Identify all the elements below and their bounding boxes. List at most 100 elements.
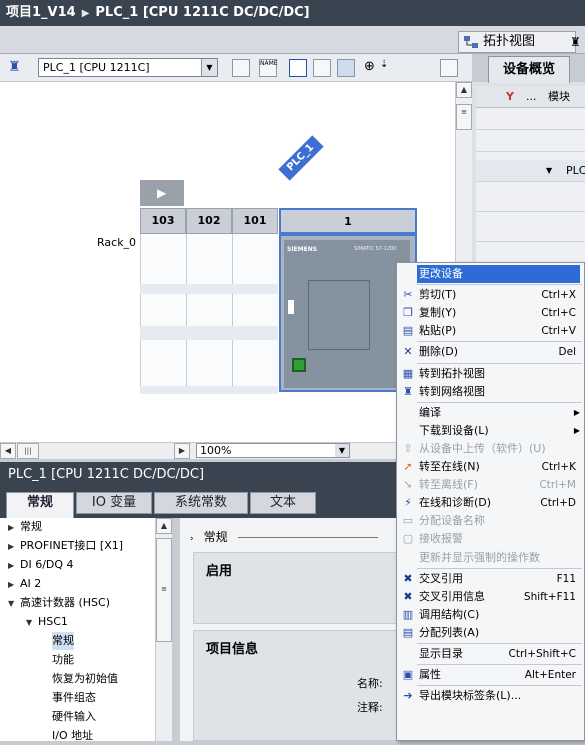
download-arrow-icon[interactable]: ⇣ bbox=[380, 59, 398, 77]
tree-item[interactable]: 事件组态 bbox=[52, 689, 96, 707]
menu-item[interactable]: ➚ 转至在线(N) Ctrl+K bbox=[397, 458, 584, 476]
tree-item[interactable]: ▶ DI 6/DQ 4 bbox=[8, 556, 74, 575]
go-online-icon: ➚ bbox=[403, 460, 413, 473]
tab-general[interactable]: 常规 bbox=[6, 492, 74, 518]
menu-item-shortcut: Alt+Enter bbox=[524, 669, 576, 682]
overview-row[interactable] bbox=[476, 190, 585, 212]
tree-item[interactable]: 恢复为初始值 bbox=[52, 670, 118, 688]
panel-enable-title: 启用 bbox=[206, 564, 233, 579]
tree-scrollbar[interactable]: ▲ ≡ bbox=[155, 518, 172, 741]
scroll-up-icon[interactable]: ▲ bbox=[456, 82, 472, 98]
slot-header-103[interactable]: 103 bbox=[140, 208, 186, 234]
menu-item[interactable]: ✖ 交叉引用信息 Shift+F11 bbox=[397, 588, 584, 606]
scroll-up-icon[interactable]: ▲ bbox=[156, 518, 172, 534]
menu-item-label: 分配设备名称 bbox=[419, 514, 485, 528]
menu-item-label: 更新并显示强制的操作数 bbox=[419, 550, 540, 564]
tab-io-tags[interactable]: IO 变量 bbox=[76, 492, 152, 514]
scroll-right-icon[interactable]: ▶ bbox=[174, 443, 190, 459]
collapsed-arrow-icon[interactable]: ▶ bbox=[8, 538, 20, 556]
overview-row[interactable] bbox=[476, 130, 585, 152]
slot-103[interactable] bbox=[140, 234, 186, 392]
menu-item-shortcut: Ctrl+Shift+C bbox=[508, 648, 576, 660]
name-field-label: 名称: bbox=[357, 677, 383, 690]
slot-header-1[interactable]: 1 bbox=[279, 208, 417, 234]
tree-item[interactable]: 功能 bbox=[52, 651, 74, 669]
menu-item: ▢ 接收报警 bbox=[397, 530, 584, 548]
layout-icon[interactable] bbox=[232, 59, 250, 77]
tree-item[interactable]: ▶ PROFINET接口 [X1] bbox=[8, 537, 123, 556]
menu-item-shortcut: Ctrl+C bbox=[541, 307, 576, 320]
scroll-left-icon[interactable]: ◀ bbox=[0, 443, 16, 459]
section-general[interactable]: › 常规 bbox=[190, 528, 378, 545]
context-menu: 更改设备 ✂ 剪切(T) Ctrl+X ❐ 复制(Y) Ctrl+C ▤ 粘贴(P) Ctrl+V… bbox=[396, 262, 585, 741]
menu-separator bbox=[417, 401, 582, 403]
slot-101[interactable] bbox=[232, 234, 278, 392]
collapse-icon[interactable]: ▼ bbox=[546, 160, 552, 182]
chevron-down-icon[interactable]: ▼ bbox=[201, 59, 217, 76]
menu-item[interactable]: 更改设备 bbox=[417, 265, 580, 283]
menu-item[interactable]: ▤ 粘贴(P) Ctrl+V bbox=[397, 322, 584, 340]
menu-item-shortcut: Ctrl+X bbox=[541, 289, 576, 302]
menu-item[interactable]: ♜ 转到网络视图 bbox=[397, 383, 584, 401]
submenu-arrow-icon: ▶ bbox=[573, 407, 580, 417]
tree-item[interactable]: ▶ AI 2 bbox=[8, 575, 41, 594]
tree-item[interactable]: ▼ 高速计数器 (HSC) bbox=[8, 594, 110, 613]
menu-item[interactable]: ▥ 调用结构(C) bbox=[397, 606, 584, 624]
name-icon[interactable]: NAME bbox=[259, 59, 278, 77]
tab-device-overview[interactable]: 设备概览 bbox=[488, 56, 570, 83]
menu-item-shortcut: Ctrl+K bbox=[541, 461, 576, 473]
slot-header-102[interactable]: 102 bbox=[186, 208, 232, 234]
copy-icon: ❐ bbox=[403, 306, 413, 320]
tree-item-label: 常规 bbox=[52, 634, 74, 647]
ethernet-port-icon[interactable] bbox=[292, 358, 306, 372]
pen-icon[interactable] bbox=[289, 59, 307, 77]
table-view-icon[interactable] bbox=[337, 59, 355, 77]
menu-item[interactable]: 编译 ▶ bbox=[397, 404, 584, 422]
slot-102[interactable] bbox=[186, 234, 232, 392]
collapsed-arrow-icon[interactable]: ▶ bbox=[8, 519, 20, 537]
tab-texts[interactable]: 文本 bbox=[250, 492, 316, 514]
scroll-thumb[interactable]: ≡ bbox=[156, 538, 172, 642]
rack-rail bbox=[140, 326, 278, 340]
device-select[interactable]: PLC_1 [CPU 1211C] ▼ bbox=[38, 58, 218, 77]
chevron-down-icon[interactable]: ▼ bbox=[335, 444, 349, 457]
tree-item[interactable]: ▼ HSC1 bbox=[26, 613, 68, 632]
menu-item[interactable]: ▤ 分配列表(A) bbox=[397, 624, 584, 642]
menu-item-label: 分配列表(A) bbox=[419, 625, 480, 639]
overview-toggle-icon[interactable] bbox=[440, 59, 458, 77]
slot-header-101[interactable]: 101 bbox=[232, 208, 278, 234]
menu-item[interactable]: ▦ 转到拓扑视图 bbox=[397, 365, 584, 383]
menu-item[interactable]: 下载到设备(L) ▶ bbox=[397, 422, 584, 440]
expand-rack-button[interactable]: ▶ bbox=[140, 180, 184, 206]
section-arrow-icon: › bbox=[190, 534, 194, 544]
menu-item[interactable]: 显示目录 Ctrl+Shift+C bbox=[397, 645, 584, 663]
menu-item[interactable]: ➔ 导出模块标签条(L)... bbox=[397, 687, 584, 705]
collapsed-arrow-icon[interactable]: ▶ bbox=[8, 576, 20, 594]
menu-item-label: 转到网络视图 bbox=[419, 384, 485, 398]
network-view-icon[interactable]: ♜ bbox=[570, 32, 585, 52]
scroll-thumb[interactable]: ≡ bbox=[456, 104, 472, 130]
overview-row-plc[interactable]: ▼ PLC bbox=[476, 160, 585, 182]
scroll-thumb-h[interactable]: ||| bbox=[17, 443, 39, 459]
menu-separator bbox=[417, 567, 582, 569]
topology-view-button[interactable]: 拓扑视图 bbox=[458, 31, 576, 53]
menu-item[interactable]: ▣ 属性 Alt+Enter bbox=[397, 666, 584, 684]
tab-system-constants[interactable]: 系统常数 bbox=[154, 492, 248, 514]
menu-item[interactable]: ⚡ 在线和诊断(D) Ctrl+D bbox=[397, 494, 584, 512]
zoom-select[interactable]: 100% ▼ bbox=[196, 443, 350, 458]
tree-item[interactable]: 常规 bbox=[52, 632, 74, 650]
expanded-arrow-icon[interactable]: ▼ bbox=[8, 595, 20, 613]
overview-row[interactable] bbox=[476, 220, 585, 242]
menu-item[interactable]: ❐ 复制(Y) Ctrl+C bbox=[397, 304, 584, 322]
tree-item[interactable]: I/O 地址 bbox=[52, 727, 93, 745]
expanded-arrow-icon[interactable]: ▼ bbox=[26, 614, 38, 632]
menu-item[interactable]: ✕ 删除(D) Del bbox=[397, 343, 584, 361]
menu-item[interactable]: ✖ 交叉引用 F11 bbox=[397, 570, 584, 588]
grid-icon[interactable] bbox=[313, 59, 331, 77]
menu-item[interactable]: ✂ 剪切(T) Ctrl+X bbox=[397, 286, 584, 304]
collapsed-arrow-icon[interactable]: ▶ bbox=[8, 557, 20, 575]
device-tree-icon[interactable]: ♜ bbox=[8, 59, 26, 77]
tree-item[interactable]: 硬件输入 bbox=[52, 708, 96, 726]
tree-item[interactable]: ▶ 常规 bbox=[8, 518, 42, 537]
overview-row[interactable] bbox=[476, 108, 585, 130]
